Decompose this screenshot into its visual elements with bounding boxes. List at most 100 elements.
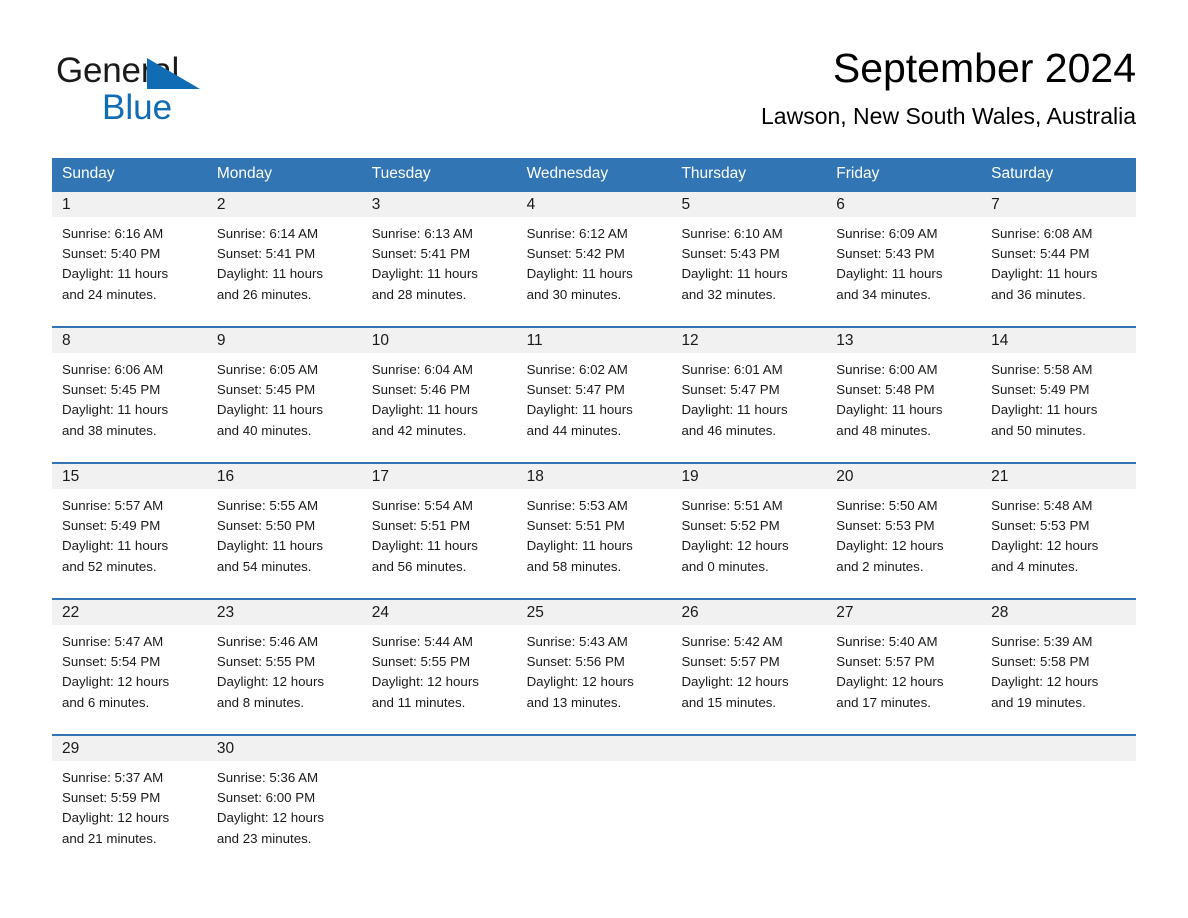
day-cell[interactable]: Sunrise: 5:54 AM Sunset: 5:51 PM Dayligh…	[362, 489, 517, 598]
day-number[interactable]: 9	[207, 328, 362, 353]
daylight-text-2: and 40 minutes.	[216, 422, 312, 438]
week-daynumber-band: 8 9 10 11 12 13 14	[52, 328, 1136, 353]
daylight-text-1: Daylight: 11 hours	[526, 538, 633, 554]
day-number[interactable]: 18	[517, 464, 672, 489]
day-cell[interactable]: Sunrise: 6:04 AM Sunset: 5:46 PM Dayligh…	[362, 353, 517, 462]
day-cell[interactable]: Sunrise: 6:05 AM Sunset: 5:45 PM Dayligh…	[207, 353, 362, 462]
daylight-text-2: and 6 minutes.	[62, 694, 150, 710]
day-cell[interactable]: Sunrise: 6:09 AM Sunset: 5:43 PM Dayligh…	[826, 217, 981, 326]
sunset-text: Sunset: 5:51 PM	[526, 518, 625, 534]
sunrise-text: Sunrise: 5:36 AM	[216, 770, 319, 785]
week-row: 1 2 3 4 5 6 7 Sunrise: 6:16 AM Sunset: 5…	[52, 190, 1136, 326]
day-number[interactable]: 3	[362, 192, 517, 217]
day-number[interactable]: 19	[671, 464, 826, 489]
day-number[interactable]: 6	[826, 192, 981, 217]
day-cell[interactable]: Sunrise: 6:00 AM Sunset: 5:48 PM Dayligh…	[826, 353, 981, 462]
day-cell[interactable]: Sunrise: 6:13 AM Sunset: 5:41 PM Dayligh…	[362, 217, 517, 326]
daylight-text-2: and 13 minutes.	[526, 694, 622, 710]
daylight-text-1: Daylight: 12 hours	[991, 538, 1099, 554]
day-number[interactable]: 20	[826, 464, 981, 489]
day-cell[interactable]: Sunrise: 5:44 AM Sunset: 5:55 PM Dayligh…	[362, 625, 517, 734]
day-cell[interactable]: Sunrise: 6:08 AM Sunset: 5:44 PM Dayligh…	[981, 217, 1136, 326]
day-number[interactable]: 11	[517, 328, 672, 353]
day-number[interactable]: 8	[52, 328, 207, 353]
day-number-empty	[826, 736, 981, 761]
day-number[interactable]: 14	[981, 328, 1136, 353]
general-blue-logo: General Blue	[56, 53, 200, 126]
week-row: 15 16 17 18 19 20 21 Sunrise: 5:57 AM Su…	[52, 462, 1136, 598]
day-cell[interactable]: Sunrise: 5:36 AM Sunset: 6:00 PM Dayligh…	[207, 761, 362, 873]
daylight-text-2: and 15 minutes.	[681, 694, 777, 710]
day-number[interactable]: 30	[207, 736, 362, 761]
day-cell[interactable]: Sunrise: 5:53 AM Sunset: 5:51 PM Dayligh…	[517, 489, 672, 598]
day-cell[interactable]: Sunrise: 6:16 AM Sunset: 5:40 PM Dayligh…	[52, 217, 207, 326]
day-cell[interactable]: Sunrise: 6:14 AM Sunset: 5:41 PM Dayligh…	[207, 217, 362, 326]
day-number[interactable]: 4	[517, 192, 672, 217]
day-cell[interactable]: Sunrise: 5:55 AM Sunset: 5:50 PM Dayligh…	[207, 489, 362, 598]
sunrise-text: Sunrise: 5:44 AM	[371, 634, 473, 649]
daylight-text-2: and 58 minutes.	[526, 558, 622, 574]
week-daynumber-band: 29 30	[52, 736, 1136, 761]
day-cell[interactable]: Sunrise: 5:40 AM Sunset: 5:57 PM Dayligh…	[826, 625, 981, 734]
day-cell[interactable]: Sunrise: 6:12 AM Sunset: 5:42 PM Dayligh…	[517, 217, 672, 326]
daylight-text-2: and 30 minutes.	[526, 286, 622, 302]
day-number[interactable]: 5	[671, 192, 826, 217]
daylight-text-2: and 54 minutes.	[216, 558, 312, 574]
day-number[interactable]: 2	[207, 192, 362, 217]
day-number[interactable]: 10	[362, 328, 517, 353]
day-number[interactable]: 23	[207, 600, 362, 625]
day-number[interactable]: 7	[981, 192, 1136, 217]
sunset-text: Sunset: 5:57 PM	[836, 654, 935, 670]
sunrise-text: Sunrise: 6:16 AM	[62, 226, 164, 241]
day-number[interactable]: 17	[362, 464, 517, 489]
day-cell[interactable]: Sunrise: 5:50 AM Sunset: 5:53 PM Dayligh…	[826, 489, 981, 598]
weekday-sunday: Sunday	[62, 165, 115, 182]
page-header: General Blue September 2024 Lawson, New …	[0, 0, 1188, 129]
day-cell[interactable]: Sunrise: 5:43 AM Sunset: 5:56 PM Dayligh…	[517, 625, 672, 734]
day-cell[interactable]: Sunrise: 5:48 AM Sunset: 5:53 PM Dayligh…	[981, 489, 1136, 598]
sunset-text: Sunset: 5:44 PM	[991, 246, 1090, 262]
sunrise-text: Sunrise: 5:46 AM	[216, 634, 319, 649]
day-cell[interactable]: Sunrise: 5:57 AM Sunset: 5:49 PM Dayligh…	[52, 489, 207, 598]
daylight-text-1: Daylight: 11 hours	[216, 538, 324, 554]
day-cell[interactable]: Sunrise: 6:02 AM Sunset: 5:47 PM Dayligh…	[517, 353, 672, 462]
day-number[interactable]: 16	[207, 464, 362, 489]
day-number-empty	[981, 736, 1136, 761]
day-cell[interactable]: Sunrise: 5:58 AM Sunset: 5:49 PM Dayligh…	[981, 353, 1136, 462]
day-cell[interactable]: Sunrise: 6:10 AM Sunset: 5:43 PM Dayligh…	[671, 217, 826, 326]
day-cell[interactable]: Sunrise: 5:37 AM Sunset: 5:59 PM Dayligh…	[52, 761, 207, 873]
day-number[interactable]: 25	[517, 600, 672, 625]
day-number[interactable]: 1	[52, 192, 207, 217]
day-cell[interactable]: Sunrise: 5:39 AM Sunset: 5:58 PM Dayligh…	[981, 625, 1136, 734]
day-number[interactable]: 21	[981, 464, 1136, 489]
daylight-text-1: Daylight: 12 hours	[836, 674, 944, 690]
day-cell[interactable]: Sunrise: 5:51 AM Sunset: 5:52 PM Dayligh…	[671, 489, 826, 598]
day-number[interactable]: 29	[52, 736, 207, 761]
daylight-text-1: Daylight: 11 hours	[991, 402, 1098, 418]
day-number[interactable]: 26	[671, 600, 826, 625]
daylight-text-1: Daylight: 12 hours	[681, 674, 789, 690]
day-cell[interactable]: Sunrise: 5:46 AM Sunset: 5:55 PM Dayligh…	[207, 625, 362, 734]
daylight-text-2: and 56 minutes.	[371, 558, 467, 574]
day-number[interactable]: 22	[52, 600, 207, 625]
day-cell[interactable]: Sunrise: 5:42 AM Sunset: 5:57 PM Dayligh…	[671, 625, 826, 734]
daylight-text-1: Daylight: 12 hours	[836, 538, 944, 554]
sunset-text: Sunset: 5:50 PM	[216, 518, 316, 534]
day-number[interactable]: 24	[362, 600, 517, 625]
day-number[interactable]: 13	[826, 328, 981, 353]
week-detail-row: Sunrise: 5:37 AM Sunset: 5:59 PM Dayligh…	[52, 761, 1136, 873]
page-subtitle: Lawson, New South Wales, Australia	[761, 103, 1136, 129]
daylight-text-2: and 36 minutes.	[991, 286, 1086, 302]
week-detail-row: Sunrise: 5:57 AM Sunset: 5:49 PM Dayligh…	[52, 489, 1136, 598]
day-cell-empty	[826, 761, 981, 873]
day-cell[interactable]: Sunrise: 5:47 AM Sunset: 5:54 PM Dayligh…	[52, 625, 207, 734]
daylight-text-2: and 52 minutes.	[62, 558, 157, 574]
day-number[interactable]: 28	[981, 600, 1136, 625]
weekday-wednesday: Wednesday	[526, 165, 609, 182]
day-number[interactable]: 12	[671, 328, 826, 353]
day-number[interactable]: 27	[826, 600, 981, 625]
sunset-text: Sunset: 5:43 PM	[836, 246, 935, 262]
day-cell[interactable]: Sunrise: 6:01 AM Sunset: 5:47 PM Dayligh…	[671, 353, 826, 462]
day-number[interactable]: 15	[52, 464, 207, 489]
day-cell[interactable]: Sunrise: 6:06 AM Sunset: 5:45 PM Dayligh…	[52, 353, 207, 462]
